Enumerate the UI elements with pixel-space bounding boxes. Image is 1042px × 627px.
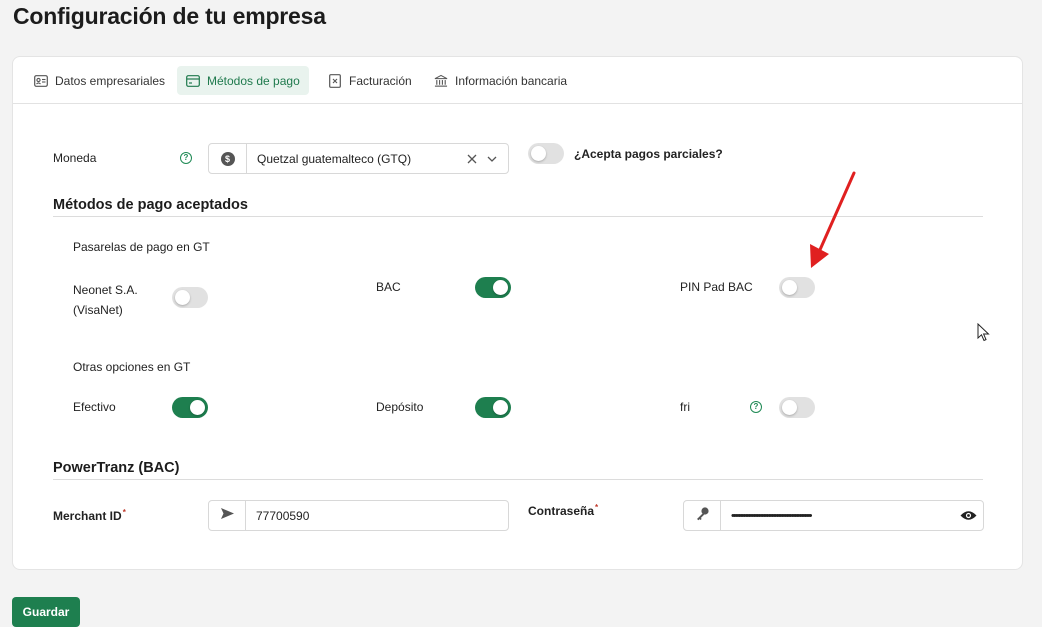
required-mark: * [595,503,599,512]
send-icon [220,507,235,525]
currency-label: Moneda [53,151,97,165]
others-subtitle: Otras opciones en GT [73,360,191,374]
password-label-text: Contraseña [528,504,595,518]
other-fri-toggle[interactable] [779,397,815,418]
mouse-cursor-icon [977,323,990,342]
id-card-icon [34,74,48,88]
tab-facturacion[interactable]: Facturación [319,66,421,95]
tab-datos-empresariales[interactable]: Datos empresariales [25,66,174,95]
gateway-neonet-line1: Neonet S.A. [73,283,138,297]
help-icon[interactable]: ? [750,401,762,413]
merchant-id-label: Merchant ID* [53,508,126,523]
payment-methods-title: Métodos de pago aceptados [53,197,248,213]
partial-payments-label: ¿Acepta pagos parciales? [574,147,723,161]
merchant-id-value: 77700590 [256,508,310,523]
annotation-arrow-icon [810,171,856,268]
tab-label: Datos empresariales [55,73,166,88]
currency-select[interactable]: $ Quetzal guatemalteco (GTQ) [208,143,509,174]
password-label: Contraseña* [528,503,598,518]
gateway-bac-toggle[interactable] [475,277,511,298]
credit-card-icon [186,74,200,88]
merchant-addon [209,501,246,530]
other-deposito-toggle[interactable] [475,397,511,418]
gateway-neonet-line2: (VisaNet) [73,303,123,317]
invoice-icon [328,73,342,88]
currency-value: Quetzal guatemalteco (GTQ) [257,151,412,166]
other-fri-label: fri [680,400,690,414]
clear-icon[interactable] [462,149,482,169]
gateway-bac-label: BAC [376,280,401,294]
gateways-subtitle: Pasarelas de pago en GT [73,240,210,254]
tab-metodos-de-pago[interactable]: Métodos de pago [177,66,309,95]
merchant-id-input[interactable]: 77700590 [208,500,509,531]
other-efectivo-toggle[interactable] [172,397,208,418]
chevron-down-icon[interactable] [482,149,502,169]
tab-label: Información bancaria [455,73,568,88]
password-value: ••••••••••••••••••••••••••••••••••••••••… [731,509,812,522]
divider [53,479,983,480]
help-icon[interactable]: ? [180,152,192,164]
gateway-pinpad-label: PIN Pad BAC [680,280,753,294]
required-mark: * [122,508,126,517]
tab-informacion-bancaria[interactable]: Información bancaria [425,66,576,95]
powertranz-title: PowerTranz (BAC) [53,460,180,476]
tab-label: Facturación [349,73,412,88]
dollar-coin-icon: $ [220,151,235,166]
merchant-id-label-text: Merchant ID [53,509,122,523]
partial-payments-toggle[interactable] [528,143,564,164]
password-input[interactable]: ••••••••••••••••••••••••••••••••••••••••… [683,500,984,531]
other-efectivo-label: Efectivo [73,400,116,414]
eye-icon[interactable] [953,510,983,521]
tab-bar: Datos empresariales Métodos de pago Fact… [13,57,1022,104]
bank-icon [434,74,448,88]
save-button[interactable]: Guardar [12,597,80,627]
currency-addon: $ [209,144,247,173]
page-title: Configuración de tu empresa [13,3,326,29]
gateway-pinpad-toggle[interactable] [779,277,815,298]
other-deposito-label: Depósito [376,400,424,414]
gateway-neonet-toggle[interactable] [172,287,208,308]
tab-label: Métodos de pago [207,73,300,88]
settings-card: Datos empresariales Métodos de pago Fact… [12,56,1023,570]
password-addon [684,501,721,530]
gateway-neonet-label: Neonet S.A. (VisaNet) [73,280,138,320]
key-icon [695,506,710,526]
